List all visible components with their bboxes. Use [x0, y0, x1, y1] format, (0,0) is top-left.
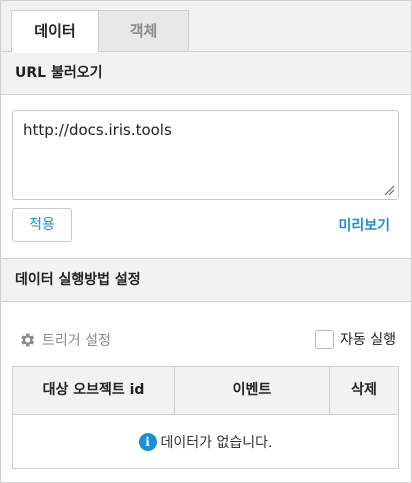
info-icon: i [138, 432, 157, 451]
gear-icon [21, 333, 35, 347]
auto-run-label: 자동 실행 [340, 332, 396, 348]
url-input[interactable]: http://docs.iris.tools [12, 110, 399, 200]
tab-data[interactable]: 데이터 [11, 10, 99, 53]
trigger-settings-button[interactable]: 트리거 설정 [18, 330, 111, 350]
exec-section-title: 데이터 실행방법 설정 [1, 258, 411, 302]
trigger-settings-label: 트리거 설정 [42, 333, 111, 349]
url-section-title: URL 불러오기 [1, 51, 411, 95]
data-panel: 데이터 객체 URL 불러오기 http://docs.iris.tools 적… [0, 0, 412, 483]
empty-state: i 데이터가 없습니다. [13, 415, 398, 468]
tab-bar: 데이터 객체 [0, 0, 412, 53]
tab-object[interactable]: 객체 [99, 10, 189, 53]
preview-link[interactable]: 미리보기 [338, 215, 390, 235]
column-header-delete: 삭제 [351, 382, 377, 398]
column-header-event: 이벤트 [175, 367, 330, 414]
empty-message: 데이터가 없습니다. [160, 434, 273, 451]
apply-button[interactable]: 적용 [12, 208, 72, 242]
auto-run-toggle[interactable]: 자동 실행 [315, 329, 396, 349]
column-header-target-id: 대상 오브젝트 id [13, 367, 175, 414]
resize-handle-icon[interactable] [383, 184, 395, 196]
url-input-value: http://docs.iris.tools [23, 121, 172, 139]
table-header: 대상 오브젝트 id 이벤트 삭제 [13, 367, 398, 415]
auto-run-checkbox[interactable] [315, 329, 335, 349]
trigger-table: 대상 오브젝트 id 이벤트 삭제 i 데이터가 없습니다. [12, 366, 399, 469]
